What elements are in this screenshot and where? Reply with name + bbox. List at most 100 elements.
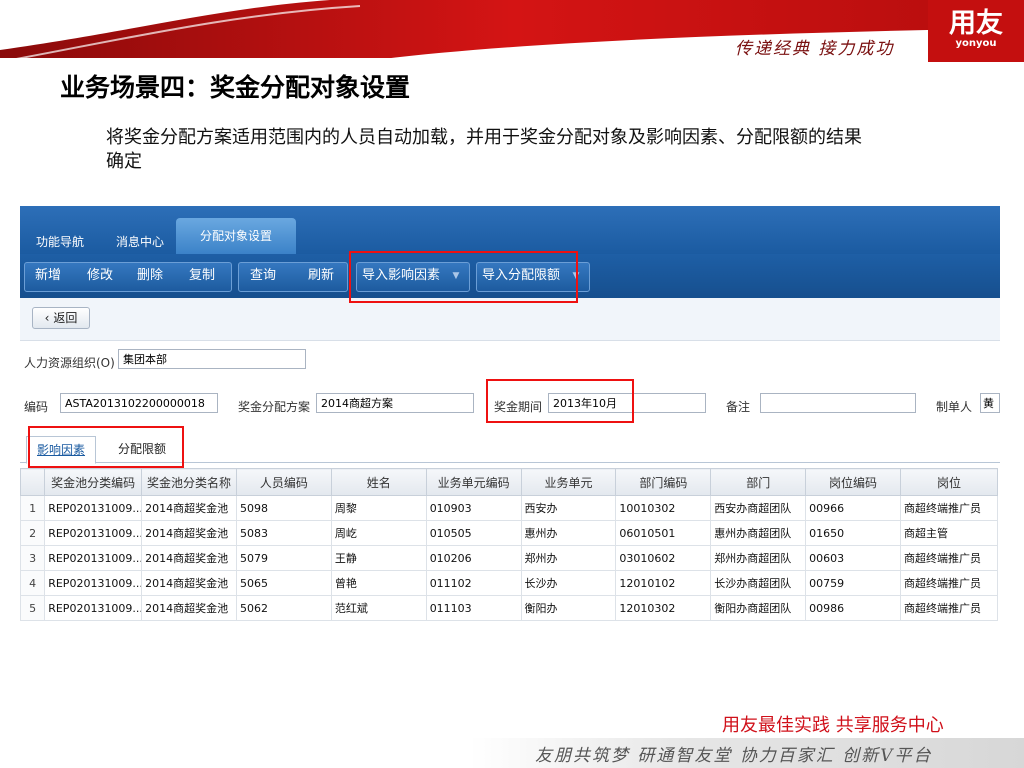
table-cell: 12010302: [615, 595, 712, 621]
plan-field[interactable]: 2014商超方案: [316, 393, 474, 413]
table-cell: 2014商超奖金池: [141, 495, 237, 521]
table-cell: 商超终端推广员: [899, 595, 999, 621]
table-cell: 03010602: [615, 545, 712, 571]
tab-function-nav[interactable]: 功能导航: [36, 230, 84, 254]
table-cell: 惠州办商超团队: [710, 520, 807, 546]
table-cell: 商超终端推广员: [899, 545, 999, 571]
back-label: 返回: [53, 311, 78, 325]
row-index: 3: [19, 545, 46, 571]
col-post[interactable]: 岗位: [899, 468, 999, 496]
table-cell: REP020131009...: [44, 495, 143, 521]
logo-en: yonyou: [955, 38, 997, 49]
row-index: 4: [19, 570, 46, 596]
table-cell: 2014商超奖金池: [141, 595, 237, 621]
table-cell: 010206: [425, 545, 522, 571]
table-cell: 2014商超奖金池: [141, 520, 237, 546]
footer-motto: 友朋共筑梦 研通智友堂 协力百家汇 创新V平台: [535, 746, 933, 766]
table-cell: 惠州办: [520, 520, 617, 546]
col-dept-code[interactable]: 部门编码: [615, 468, 712, 496]
table-cell: 2014商超奖金池: [141, 570, 237, 596]
remark-label: 备注: [726, 400, 751, 414]
table-body: 1 REP020131009... 2014商超奖金池 5098 周黎 010903 西安办…: [19, 495, 999, 621]
slide-title: 业务场景四：奖金分配对象设置: [60, 73, 411, 102]
app-tabbar: 功能导航 消息中心 分配对象设置: [20, 206, 1000, 254]
code-label: 编码: [24, 400, 49, 414]
row-index: 1: [19, 495, 46, 521]
query-button[interactable]: 查询: [242, 263, 284, 289]
col-pool-name[interactable]: 奖金池分类名称: [141, 468, 237, 496]
table-cell: 商超主管: [899, 520, 999, 546]
table-cell: 范红斌: [330, 595, 427, 621]
table-row[interactable]: 2 REP020131009... 2014商超奖金池 5083 周屹 010505 惠州办…: [19, 520, 999, 546]
table-cell: 00759: [805, 570, 901, 596]
col-name[interactable]: 姓名: [330, 468, 427, 496]
table-cell: 郑州办商超团队: [710, 545, 807, 571]
table-cell: 00966: [805, 495, 901, 521]
table-cell: 周黎: [330, 495, 427, 521]
yonyou-logo: 用友 yonyou: [928, 0, 1024, 62]
slogan: 传递经典 接力成功: [735, 39, 895, 59]
table-cell: 郑州办: [520, 545, 617, 571]
col-bu[interactable]: 业务单元: [520, 468, 617, 496]
table-cell: REP020131009...: [44, 570, 143, 596]
table-cell: 曾艳: [330, 570, 427, 596]
col-person-code[interactable]: 人员编码: [235, 468, 332, 496]
col-dept[interactable]: 部门: [710, 468, 807, 496]
highlight-import-buttons: [349, 251, 578, 303]
table-cell: REP020131009...: [44, 545, 143, 571]
delete-button[interactable]: 删除: [130, 263, 170, 289]
table-cell: 011102: [425, 570, 522, 596]
table-cell: 12010102: [615, 570, 712, 596]
code-field[interactable]: ASTA2013102200000018: [60, 393, 218, 413]
copy-button[interactable]: 复制: [182, 263, 222, 289]
table-row[interactable]: 3 REP020131009... 2014商超奖金池 5079 王静 010206 郑州办…: [19, 545, 999, 571]
table-cell: 00986: [805, 595, 901, 621]
table-row[interactable]: 4 REP020131009... 2014商超奖金池 5065 曾艳 011102 长沙办…: [19, 570, 999, 596]
creator-field[interactable]: 黄: [980, 393, 1000, 413]
allocation-table: 奖金池分类编码 奖金池分类名称 人员编码 姓名 业务单元编码 业务单元 部门编码…: [19, 468, 999, 621]
table-cell: 5098: [235, 495, 332, 521]
table-header-row: 奖金池分类编码 奖金池分类名称 人员编码 姓名 业务单元编码 业务单元 部门编码…: [19, 468, 999, 496]
table-cell: 衡阳办商超团队: [710, 595, 807, 621]
table-cell: 00603: [805, 545, 901, 571]
table-cell: 06010501: [615, 520, 712, 546]
edit-button[interactable]: 修改: [80, 263, 120, 289]
highlight-subtabs: [28, 426, 184, 468]
col-pool-code[interactable]: 奖金池分类编码: [44, 468, 143, 496]
table-row[interactable]: 1 REP020131009... 2014商超奖金池 5098 周黎 010903 西安办…: [19, 495, 999, 521]
plan-label: 奖金分配方案: [238, 400, 311, 414]
table-cell: REP020131009...: [44, 520, 143, 546]
slide-banner: 传递经典 接力成功 用友 yonyou: [0, 0, 1024, 62]
table-cell: 商超终端推广员: [899, 570, 999, 596]
table-cell: 5062: [235, 595, 332, 621]
table-cell: REP020131009...: [44, 595, 143, 621]
table-cell: 010505: [425, 520, 522, 546]
table-cell: 王静: [330, 545, 427, 571]
col-bu-code[interactable]: 业务单元编码: [425, 468, 522, 496]
table-cell: 10010302: [615, 495, 712, 521]
tab-allocation-setup[interactable]: 分配对象设置: [176, 218, 297, 254]
table-cell: 2014商超奖金池: [141, 545, 237, 571]
refresh-button[interactable]: 刷新: [300, 263, 342, 289]
table-cell: 01650: [805, 520, 901, 546]
row-index: 2: [19, 520, 46, 546]
back-row: ‹ 返回: [20, 298, 1000, 341]
slide-description: 将奖金分配方案适用范围内的人员自动加载，并用于奖金分配对象及影响因素、分配限额的…: [106, 127, 862, 172]
tab-message-center[interactable]: 消息中心: [116, 230, 164, 254]
table-row[interactable]: 5 REP020131009... 2014商超奖金池 5062 范红斌 011103 衡阳…: [19, 595, 999, 621]
table-cell: 长沙办: [520, 570, 617, 596]
col-post-code[interactable]: 岗位编码: [805, 468, 901, 496]
logo-cn: 用友: [949, 8, 1003, 39]
table-cell: 010903: [425, 495, 522, 521]
org-field[interactable]: 集团本部: [118, 349, 306, 369]
table-cell: 5065: [235, 570, 332, 596]
table-cell: 5083: [235, 520, 332, 546]
table-cell: 西安办商超团队: [710, 495, 807, 521]
col-index: [19, 468, 46, 496]
add-button[interactable]: 新增: [28, 263, 68, 289]
back-button[interactable]: ‹ 返回: [32, 307, 90, 329]
row-index: 5: [19, 595, 46, 621]
table-cell: 5079: [235, 545, 332, 571]
table-cell: 长沙办商超团队: [710, 570, 807, 596]
remark-field[interactable]: [760, 393, 916, 413]
